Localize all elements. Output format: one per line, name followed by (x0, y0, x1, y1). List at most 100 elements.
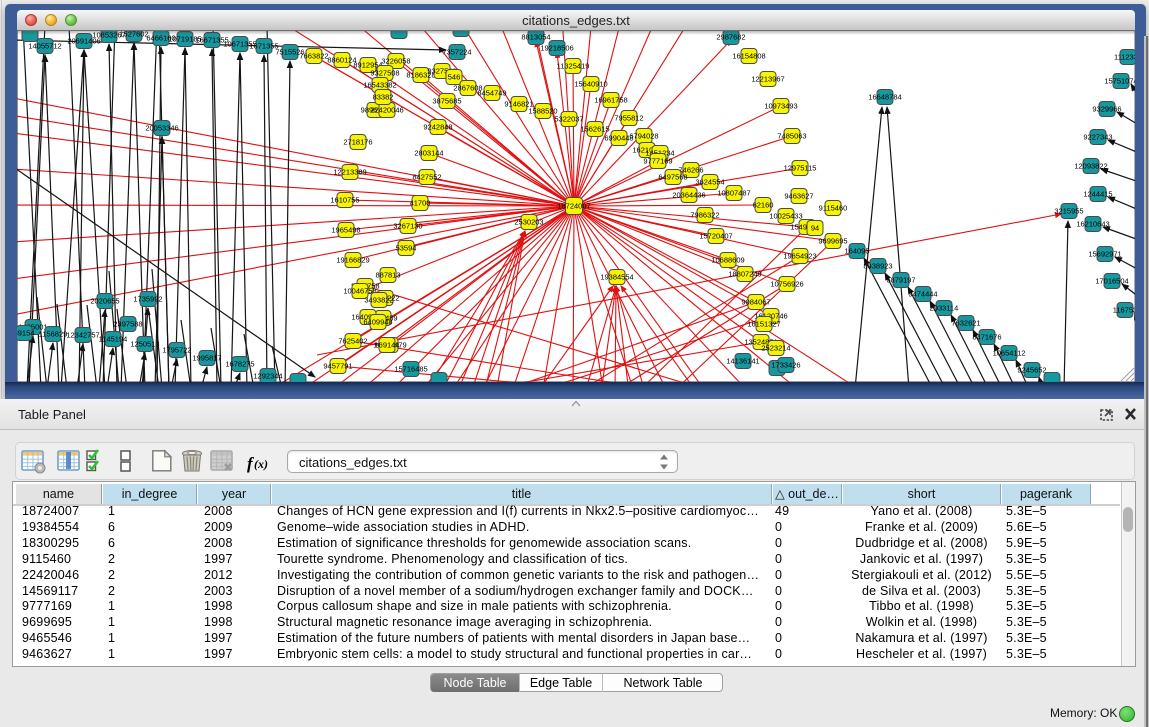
svg-text:1671355: 1671355 (249, 42, 278, 51)
svg-text:9457791: 9457791 (323, 362, 352, 371)
svg-text:10654112: 10654112 (993, 349, 1026, 358)
svg-text:20364436: 20364436 (672, 191, 705, 200)
svg-text:1735992: 1735992 (133, 295, 162, 304)
svg-text:19654923: 19654923 (783, 252, 816, 261)
svg-text:6794028: 6794028 (629, 132, 658, 141)
svg-text:41700: 41700 (410, 199, 431, 208)
svg-text:116753: 116753 (1113, 306, 1135, 315)
svg-text:1250513: 1250513 (130, 340, 159, 349)
svg-text:62160: 62160 (753, 201, 774, 210)
svg-text:9329966: 9329966 (1092, 105, 1121, 114)
svg-text:14136141: 14136141 (726, 357, 759, 366)
svg-text:9242848: 9242848 (423, 123, 452, 132)
svg-text:164095: 164095 (844, 247, 869, 256)
svg-text:10973493: 10973493 (764, 102, 797, 111)
svg-text:9327508: 9327508 (370, 69, 399, 78)
svg-text:9227343: 9227343 (1083, 133, 1112, 142)
svg-text:18724007: 18724007 (557, 202, 590, 211)
svg-text:19384554: 19384554 (600, 273, 633, 282)
svg-text:7955812: 7955812 (614, 114, 643, 123)
svg-text:1965498: 1965498 (331, 226, 360, 235)
svg-text:10025433: 10025433 (769, 212, 802, 221)
svg-text:10688609: 10688609 (711, 256, 744, 265)
svg-text:7986322: 7986322 (690, 211, 719, 220)
svg-text:8427552: 8427552 (412, 173, 441, 182)
svg-text:3226058: 3226058 (381, 57, 410, 66)
svg-text:7625402: 7625402 (338, 337, 367, 346)
svg-text:2933114: 2933114 (930, 304, 959, 313)
svg-text:7663822: 7663822 (299, 52, 328, 61)
svg-text:15751074: 15751074 (1104, 77, 1135, 86)
svg-text:2530203: 2530203 (514, 218, 543, 227)
svg-text:9777169: 9777169 (643, 157, 672, 166)
svg-text:2020655: 2020655 (90, 297, 119, 306)
svg-text:39154: 39154 (17, 329, 34, 338)
svg-text:10756926: 10756926 (770, 280, 803, 289)
svg-text:22420046: 22420046 (370, 106, 403, 115)
svg-text:3493822: 3493822 (364, 296, 393, 305)
svg-text:16961758: 16961758 (594, 96, 627, 105)
svg-text:14055712: 14055712 (28, 42, 61, 51)
svg-text:6409948: 6409948 (363, 318, 392, 327)
svg-text:8938923: 8938923 (863, 262, 892, 271)
svg-text:11325419: 11325419 (557, 62, 590, 71)
svg-text:6497568: 6497568 (658, 173, 687, 182)
svg-text:1610755: 1610755 (330, 196, 359, 205)
svg-text:16543382: 16543382 (363, 81, 396, 90)
svg-text:7632621: 7632621 (951, 319, 980, 328)
svg-text:12342757: 12342757 (66, 331, 99, 340)
svg-text:19218506: 19218506 (540, 44, 573, 53)
svg-text:9084067: 9084067 (741, 298, 770, 307)
svg-text:2803144: 2803144 (414, 149, 443, 158)
svg-text:9463627: 9463627 (784, 192, 813, 201)
svg-text:8454749: 8454749 (477, 89, 506, 98)
svg-text:83382: 83382 (373, 93, 394, 102)
svg-text:94: 94 (811, 224, 819, 233)
svg-text:15692971: 15692971 (1088, 250, 1121, 259)
svg-text:15720407: 15720407 (699, 232, 732, 241)
svg-text:1145194: 1145194 (99, 335, 128, 344)
svg-text:18807249: 18807249 (728, 270, 761, 279)
svg-text:6879197: 6879197 (886, 276, 915, 285)
svg-text:16154808: 16154808 (732, 52, 765, 61)
svg-text:19166829: 19166829 (336, 256, 369, 265)
svg-text:2718176: 2718176 (343, 138, 372, 147)
svg-text:17016504: 17016504 (1095, 277, 1128, 286)
svg-text:10807487: 10807487 (717, 189, 750, 198)
svg-text:9474444: 9474444 (908, 290, 937, 299)
svg-text:8860124: 8860124 (327, 56, 356, 65)
svg-text:16151327: 16151327 (747, 320, 780, 329)
svg-text:16210643: 16210643 (1076, 220, 1109, 229)
svg-text:3875685: 3875685 (432, 97, 461, 106)
svg-text:7357224: 7357224 (442, 48, 471, 57)
svg-text:5322037: 5322037 (554, 115, 583, 124)
svg-text:15716485: 15716485 (394, 365, 427, 374)
svg-text:887813: 887813 (375, 271, 400, 280)
svg-text:3624554: 3624554 (695, 178, 724, 187)
svg-text:3215955: 3215955 (1054, 207, 1083, 216)
svg-text:12213389: 12213389 (333, 168, 366, 177)
svg-text:9115460: 9115460 (819, 204, 848, 213)
svg-text:1292344: 1292344 (253, 372, 282, 381)
svg-text:1112334: 1112334 (1114, 53, 1135, 62)
svg-text:(x): (x) (254, 457, 268, 471)
svg-text:1995817: 1995817 (192, 354, 221, 363)
svg-text:7485063: 7485063 (777, 132, 806, 141)
svg-text:1795722: 1795722 (162, 346, 191, 355)
svg-text:12975115: 12975115 (784, 164, 817, 173)
svg-text:20053346: 20053346 (145, 124, 178, 133)
svg-text:9699695: 9699695 (818, 237, 847, 246)
svg-text:1244415: 1244415 (1083, 190, 1112, 199)
svg-text:16648784: 16648784 (868, 93, 901, 102)
svg-text:1588520: 1588520 (528, 107, 557, 116)
svg-text:1562615: 1562615 (580, 125, 609, 134)
svg-text:546: 546 (448, 73, 461, 82)
svg-text:1733426: 1733426 (771, 361, 800, 370)
svg-text:12093822: 12093822 (1074, 162, 1107, 171)
svg-text:53594: 53594 (396, 244, 417, 253)
svg-text:9245652: 9245652 (1017, 366, 1046, 375)
svg-text:1678275: 1678275 (225, 360, 254, 369)
svg-text:169144: 169144 (374, 341, 399, 350)
svg-text:8471676: 8471676 (972, 333, 1001, 342)
svg-text:1156829: 1156829 (39, 330, 68, 339)
